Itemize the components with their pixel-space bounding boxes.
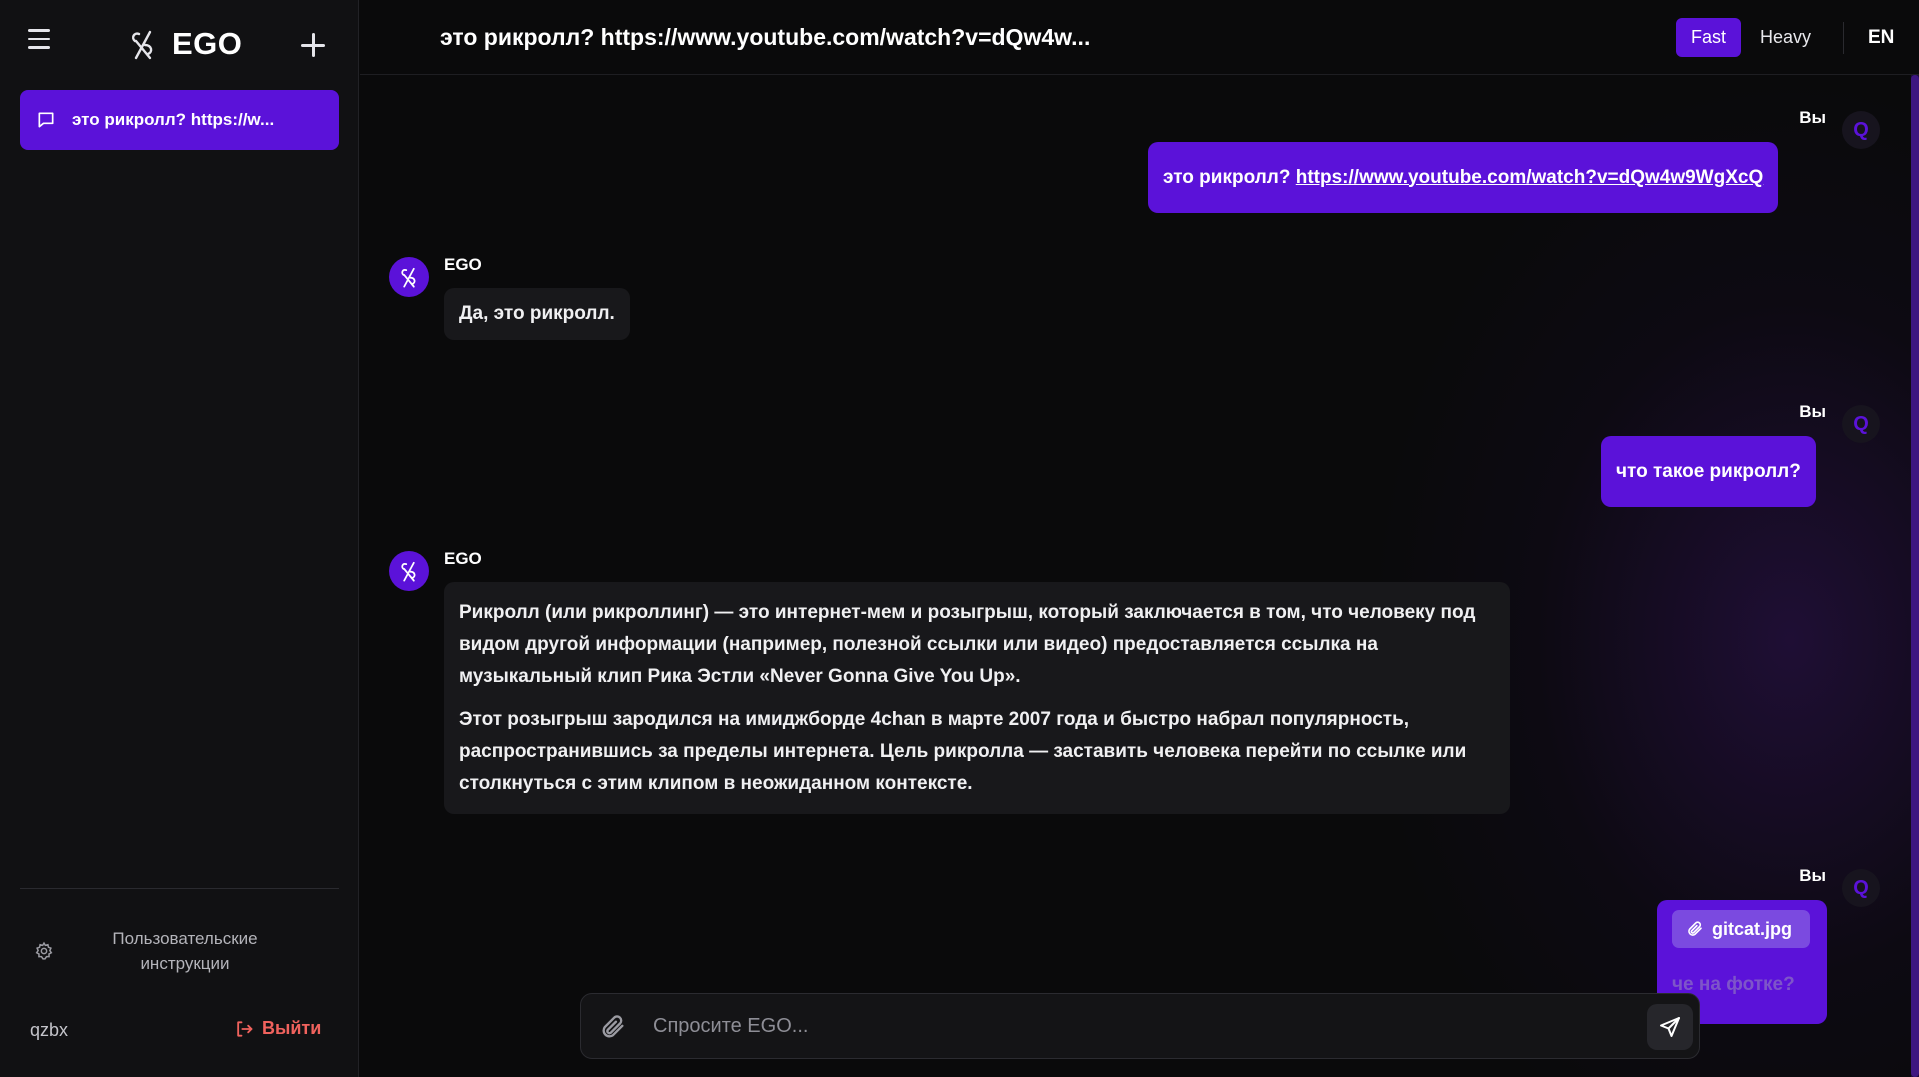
ego-avatar <box>389 257 429 297</box>
message-author: Вы <box>1799 402 1826 421</box>
top-bar: это рикролл? https://www.youtube.com/wat… <box>360 0 1919 75</box>
user-message-bubble: это рикролл? https://www.youtube.com/wat… <box>1148 142 1779 213</box>
paperclip-icon[interactable] <box>599 1013 627 1041</box>
message-author: EGO <box>444 255 482 274</box>
user-avatar: Q <box>1842 869 1880 907</box>
custom-instructions-button[interactable]: Пользовательские инструкции <box>20 913 339 989</box>
sidebar-chat-item[interactable]: это рикролл? https://w... <box>20 90 339 150</box>
send-button[interactable] <box>1647 1004 1693 1050</box>
mode-heavy-button[interactable]: Heavy <box>1760 18 1811 57</box>
message-author: EGO <box>444 549 482 568</box>
chat-main: это рикролл? https://www.youtube.com/wat… <box>360 0 1919 1077</box>
user-avatar: Q <box>1842 111 1880 149</box>
sidebar-header: EGO <box>0 0 359 86</box>
sidebar: EGO это рикролл? https://w... Пользовате… <box>0 0 359 1077</box>
assistant-message-bubble: Да, это рикролл. <box>444 288 630 340</box>
ego-logo-icon <box>401 561 416 582</box>
new-chat-icon[interactable] <box>298 30 328 60</box>
scrollbar[interactable] <box>1911 75 1919 1077</box>
message-composer <box>580 993 1700 1059</box>
message-paragraph: Этот розыгрыш зародился на имиджборде 4c… <box>459 709 1467 794</box>
ego-logo-icon <box>131 30 153 60</box>
app-logo[interactable]: EGO <box>128 26 242 62</box>
language-toggle[interactable]: EN <box>1868 18 1894 57</box>
sidebar-divider <box>20 888 339 889</box>
ego-logo-icon <box>401 267 416 288</box>
message-paragraph: Рикролл (или рикроллинг) — это интернет-… <box>459 602 1476 687</box>
message-author: Вы <box>1799 108 1826 127</box>
attachment-chip[interactable]: gitcat.jpg <box>1672 910 1810 948</box>
logout-button[interactable]: Выйти <box>234 1018 321 1039</box>
user-avatar: Q <box>1842 405 1880 443</box>
message-author: Вы <box>1799 866 1826 885</box>
message-text: что такое рикролл? <box>1616 460 1801 482</box>
menu-icon[interactable] <box>26 29 54 53</box>
paperclip-icon <box>1688 921 1702 936</box>
ego-avatar <box>389 551 429 591</box>
logout-label: Выйти <box>262 1018 322 1038</box>
attachment-filename: gitcat.jpg <box>1712 918 1792 939</box>
toolbar-divider <box>1843 22 1844 54</box>
message-square-icon <box>38 112 54 128</box>
scrollbar-thumb[interactable] <box>1911 75 1919 1077</box>
message-link[interactable]: https://www.youtube.com/watch?v=dQw4w9Wg… <box>1296 167 1764 189</box>
gear-icon <box>35 941 53 960</box>
message-text: это рикролл? <box>1163 166 1296 188</box>
app-name: EGO <box>172 26 243 61</box>
message-input[interactable] <box>653 1006 1603 1046</box>
send-icon <box>1660 1017 1680 1037</box>
logout-icon <box>237 1020 253 1037</box>
custom-instructions-label: Пользовательские инструкции <box>112 929 258 973</box>
username: qzbx <box>30 1020 69 1040</box>
sidebar-chat-label: это рикролл? https://w... <box>72 110 275 129</box>
assistant-message-bubble: Рикролл (или рикроллинг) — это интернет-… <box>444 582 1510 814</box>
chat-title: это рикролл? https://www.youtube.com/wat… <box>440 24 1091 50</box>
user-message-bubble: что такое рикролл? <box>1601 436 1816 507</box>
message-paragraph: Да, это рикролл. <box>459 303 615 324</box>
mode-fast-button[interactable]: Fast <box>1676 18 1741 57</box>
